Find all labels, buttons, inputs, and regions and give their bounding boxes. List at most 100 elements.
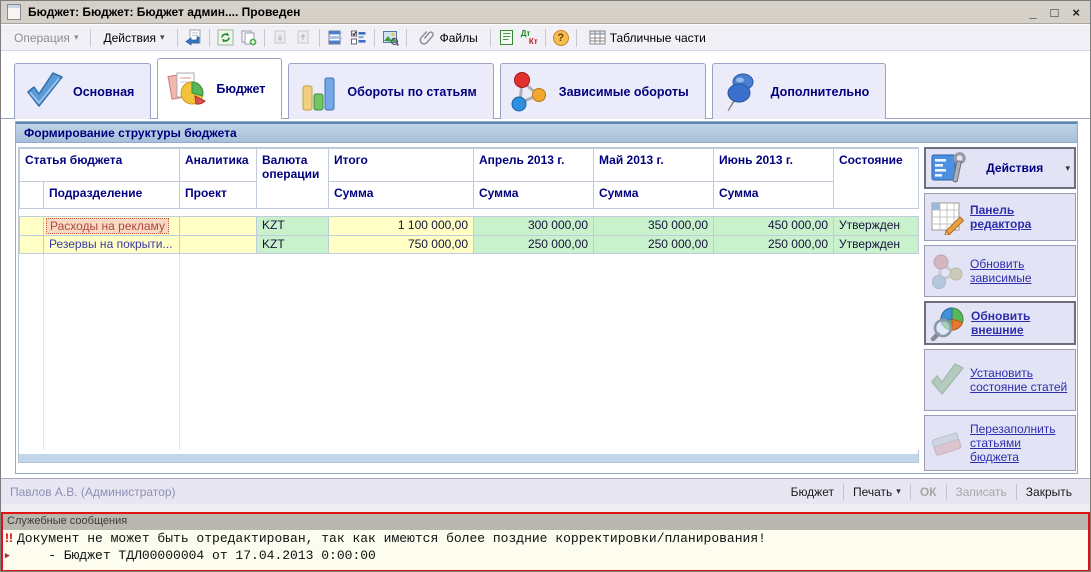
print-button-label: Печать <box>853 485 892 499</box>
col-header-sum-june: Сумма <box>714 182 834 209</box>
state-cell[interactable]: Утвержден <box>834 236 919 254</box>
error-marker-icon: !! <box>3 530 17 547</box>
selected-cell[interactable]: Расходы на рекламу <box>46 218 169 234</box>
tabular-parts-label: Табличные части <box>610 31 706 45</box>
col-header-department: Подразделение <box>44 182 180 209</box>
tab-label: Основная <box>73 85 134 99</box>
help-button[interactable]: ? <box>550 28 572 48</box>
horizontal-scrollbar[interactable] <box>19 454 918 462</box>
refresh-external-button[interactable]: Обновить внешние <box>924 301 1076 345</box>
operation-menu-button[interactable]: Операция ▾ <box>6 28 86 48</box>
state-cell[interactable]: Утвержден <box>834 217 919 236</box>
article-cell[interactable]: Расходы на рекламу <box>44 217 180 236</box>
col-header-article: Статья бюджета <box>20 149 180 182</box>
budget-button[interactable]: Бюджет <box>782 483 843 501</box>
col-header-state: Состояние <box>834 149 919 209</box>
actions-panel-button[interactable]: Действия ▾ <box>924 147 1076 189</box>
help-icon: ? <box>553 30 569 46</box>
message-line: !! Документ не может быть отредактирован… <box>3 530 1088 547</box>
table-row: Расходы на рекламу KZT 1 100 000,00 300 … <box>20 217 919 236</box>
project-cell[interactable] <box>180 217 257 236</box>
load-document-button[interactable] <box>269 27 292 48</box>
refill-articles-button[interactable]: Перезаполнить статьями бюджета <box>924 415 1076 471</box>
refill-articles-label: Перезаполнить статьями бюджета <box>970 422 1071 464</box>
budget-pie-icon <box>164 67 210 111</box>
currency-cell[interactable]: KZT <box>257 217 329 236</box>
actions-menu-button[interactable]: Действия ▾ <box>95 28 172 48</box>
close-button[interactable]: × <box>1072 6 1080 19</box>
tab-dopolnitelno[interactable]: Дополнительно <box>712 63 887 119</box>
close-form-button[interactable]: Закрыть <box>1017 483 1081 501</box>
header-spacer <box>20 209 919 217</box>
col-header-analytics: Аналитика <box>180 149 257 182</box>
refresh-external-label: Обновить внешние <box>971 309 1070 337</box>
files-button[interactable]: Файлы <box>411 26 486 49</box>
title-bar: Бюджет: Бюджет: Бюджет админ.... Проведе… <box>1 1 1090 24</box>
row-marker-cell[interactable] <box>20 217 44 236</box>
image-preview-button[interactable] <box>379 27 402 48</box>
save-button[interactable]: Записать <box>947 483 1016 501</box>
currency-cell[interactable]: KZT <box>257 236 329 254</box>
budget-table: Статья бюджета Аналитика Валюта операции… <box>19 148 919 450</box>
ok-button[interactable]: ОК <box>911 483 946 501</box>
april-cell[interactable]: 250 000,00 <box>474 236 594 254</box>
editor-panel-button[interactable]: Панель редактора <box>924 193 1076 241</box>
total-cell[interactable]: 1 100 000,00 <box>329 217 474 236</box>
form-content: Основная Бюджет Обороты по статьям Завис… <box>1 52 1090 478</box>
report-button[interactable] <box>495 27 518 48</box>
tab-label: Зависимые обороты <box>559 85 689 99</box>
toolbar-separator <box>545 29 546 47</box>
col-header-total: Итого <box>329 149 474 182</box>
row-marker-cell[interactable] <box>20 236 44 254</box>
toolbar-separator <box>406 29 407 47</box>
may-cell[interactable]: 350 000,00 <box>594 217 714 236</box>
dt-kt-button[interactable]: Дт Кт <box>518 28 541 48</box>
minimize-button[interactable]: _ <box>1029 6 1036 19</box>
april-cell[interactable]: 300 000,00 <box>474 217 594 236</box>
checkbox-settings-button[interactable] <box>347 27 370 48</box>
toolbar-separator <box>177 29 178 47</box>
unload-document-button[interactable] <box>292 27 315 48</box>
table-icon <box>589 29 606 46</box>
caret-down-icon: ▾ <box>74 32 79 43</box>
june-cell[interactable]: 250 000,00 <box>714 236 834 254</box>
tab-byudzhet[interactable]: Бюджет <box>157 58 282 119</box>
refresh-button[interactable] <box>214 27 237 48</box>
maximize-button[interactable]: □ <box>1051 6 1059 19</box>
print-button[interactable]: Печать ▾ <box>844 483 910 501</box>
pushpin-icon <box>719 70 765 114</box>
tabular-parts-button[interactable]: Табличные части <box>581 26 714 49</box>
set-state-label: Установить состояние статей <box>970 366 1071 394</box>
list-settings-button[interactable] <box>324 27 347 48</box>
col-header-project: Проект <box>180 182 257 209</box>
june-cell[interactable]: 450 000,00 <box>714 217 834 236</box>
post-document-button[interactable] <box>182 27 205 48</box>
set-state-button[interactable]: Установить состояние статей <box>924 349 1076 411</box>
may-cell[interactable]: 250 000,00 <box>594 236 714 254</box>
tab-bar: Основная Бюджет Обороты по статьям Завис… <box>14 58 886 119</box>
copy-add-button[interactable] <box>237 27 260 48</box>
toolbar-separator <box>319 29 320 47</box>
project-cell[interactable] <box>180 236 257 254</box>
bar-chart-icon <box>295 70 341 114</box>
copy-add-icon <box>240 29 257 46</box>
tab-zavisimye-oboroty[interactable]: Зависимые обороты <box>500 63 706 119</box>
article-cell[interactable]: Резервы на покрыти... <box>44 236 180 254</box>
col-header-may: Май 2013 г. <box>594 149 714 182</box>
refresh-external-icon <box>930 305 966 341</box>
table-row: Резервы на покрыти... KZT 750 000,00 250… <box>20 236 919 254</box>
toolbar-separator <box>576 29 577 47</box>
caret-down-icon: ▾ <box>896 486 901 497</box>
tab-osnovnaya[interactable]: Основная <box>14 63 151 119</box>
budget-table-area: Статья бюджета Аналитика Валюта операции… <box>18 147 919 463</box>
side-panel: Действия ▾ Панель редактора Обновить зав… <box>924 147 1076 471</box>
total-cell[interactable]: 750 000,00 <box>329 236 474 254</box>
arrow-marker-icon: ▸ <box>3 547 17 564</box>
actions-panel-label: Действия <box>971 161 1058 175</box>
tab-oboroty-po-statyam[interactable]: Обороты по статьям <box>288 63 493 119</box>
group-title: Формирование структуры бюджета <box>16 122 1077 143</box>
refresh-dependent-button[interactable]: Обновить зависимые <box>924 245 1076 297</box>
set-state-icon <box>929 362 965 398</box>
paperclip-icon <box>419 29 436 46</box>
toolbar-separator <box>374 29 375 47</box>
